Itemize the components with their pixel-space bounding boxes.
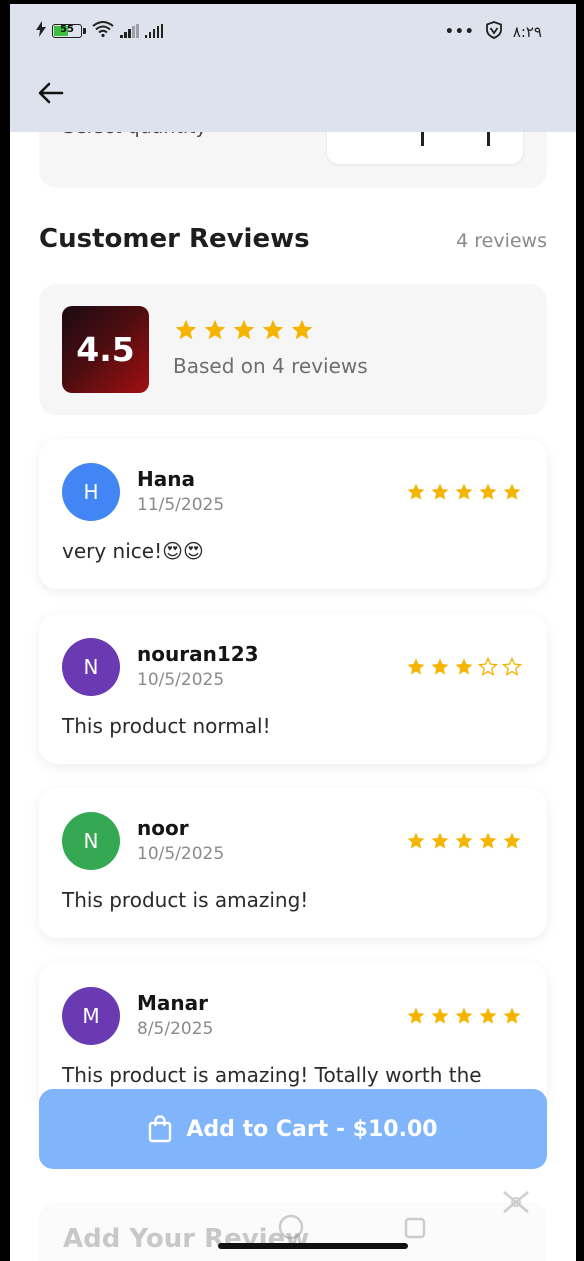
home-nav-icon[interactable] xyxy=(276,1212,306,1242)
reviewer-name: Hana xyxy=(137,467,195,491)
reviewer-name: noor xyxy=(137,816,189,840)
star-filled-icon xyxy=(407,832,425,849)
star-filled-icon xyxy=(262,319,284,340)
review-text: This product is amazing! xyxy=(62,888,309,912)
star-filled-icon xyxy=(479,1007,497,1024)
home-indicator[interactable] xyxy=(218,1243,408,1249)
review-stars xyxy=(406,831,522,851)
more-dots-icon: ••• xyxy=(444,24,475,40)
review-date: 10/5/2025 xyxy=(137,670,225,690)
review-text: This product is amazing! Totally worth t… xyxy=(62,1063,482,1087)
star-filled-icon xyxy=(407,658,425,675)
app-screen: 55 ••• ٨:٢٩ Customer Reviews 4 reviews 4… xyxy=(10,4,576,1261)
star-filled-icon xyxy=(233,319,255,340)
star-filled-icon xyxy=(503,1007,521,1024)
star-filled-icon xyxy=(479,832,497,849)
star-outline-icon xyxy=(502,657,522,677)
rating-summary-card: 4.5 Based on 4 reviews xyxy=(39,284,547,415)
scissors-icon[interactable] xyxy=(498,1184,534,1220)
review-stars xyxy=(406,1006,522,1026)
reviewer-name: Manar xyxy=(137,991,208,1015)
add-to-cart-label: Add to Cart - $10.00 xyxy=(186,1116,438,1142)
review-date: 8/5/2025 xyxy=(137,1019,214,1039)
reviews-count: 4 reviews xyxy=(456,230,547,252)
add-review-title: Add Your Review xyxy=(63,1224,310,1254)
top-bar: 55 ••• ٨:٢٩ xyxy=(10,4,576,132)
status-left: 55 xyxy=(36,21,163,41)
star-filled-icon xyxy=(407,1007,425,1024)
star-outline-icon xyxy=(478,657,498,677)
average-rating-value: 4.5 xyxy=(76,330,135,369)
average-rating-box: 4.5 xyxy=(62,306,149,393)
back-button[interactable] xyxy=(36,78,66,108)
status-right: ••• ٨:٢٩ xyxy=(445,21,542,43)
review-stars xyxy=(406,657,522,677)
review-card: N nouran123 10/5/2025 This product norma… xyxy=(39,614,547,764)
battery-level: 55 xyxy=(60,24,74,35)
summary-stars xyxy=(174,318,314,342)
battery-icon: 55 xyxy=(52,24,86,38)
review-date: 11/5/2025 xyxy=(137,495,225,515)
charging-icon xyxy=(36,21,46,41)
vpn-shield-icon xyxy=(485,21,503,43)
reviews-title: Customer Reviews xyxy=(39,224,310,254)
decrease-quantity-button[interactable] xyxy=(421,130,424,146)
wifi-icon xyxy=(92,21,114,41)
add-to-cart-button[interactable]: Add to Cart - $10.00 xyxy=(39,1089,547,1169)
star-filled-icon xyxy=(503,832,521,849)
star-filled-icon xyxy=(503,483,521,500)
review-stars xyxy=(406,482,522,502)
star-filled-icon xyxy=(204,319,226,340)
star-filled-icon xyxy=(175,319,197,340)
star-filled-icon xyxy=(431,832,449,849)
star-filled-icon xyxy=(431,1007,449,1024)
star-filled-icon xyxy=(431,483,449,500)
star-filled-icon xyxy=(407,483,425,500)
summary-based-on: Based on 4 reviews xyxy=(173,354,368,378)
star-filled-icon xyxy=(455,658,473,675)
star-filled-icon xyxy=(455,483,473,500)
review-text: very nice!😍😍 xyxy=(62,539,204,563)
avatar: H xyxy=(62,463,120,521)
status-time: ٨:٢٩ xyxy=(512,23,542,41)
star-filled-icon xyxy=(455,1007,473,1024)
reviewer-name: nouran123 xyxy=(137,642,259,666)
avatar: N xyxy=(62,812,120,870)
star-filled-icon xyxy=(479,483,497,500)
increase-quantity-button[interactable] xyxy=(487,130,490,146)
avatar: M xyxy=(62,987,120,1045)
star-filled-icon xyxy=(291,319,313,340)
review-text: This product normal! xyxy=(62,714,271,738)
signal-icon-1 xyxy=(120,24,139,38)
avatar: N xyxy=(62,638,120,696)
recent-apps-icon[interactable] xyxy=(403,1216,427,1240)
shopping-bag-icon xyxy=(149,1115,172,1143)
star-filled-icon xyxy=(431,658,449,675)
signal-icon-2 xyxy=(144,24,163,38)
star-filled-icon xyxy=(455,832,473,849)
arrow-left-icon xyxy=(38,82,64,104)
review-date: 10/5/2025 xyxy=(137,844,225,864)
review-card: N noor 10/5/2025 This product is amazing… xyxy=(39,788,547,938)
review-card: H Hana 11/5/2025 very nice!😍😍 xyxy=(39,439,547,589)
